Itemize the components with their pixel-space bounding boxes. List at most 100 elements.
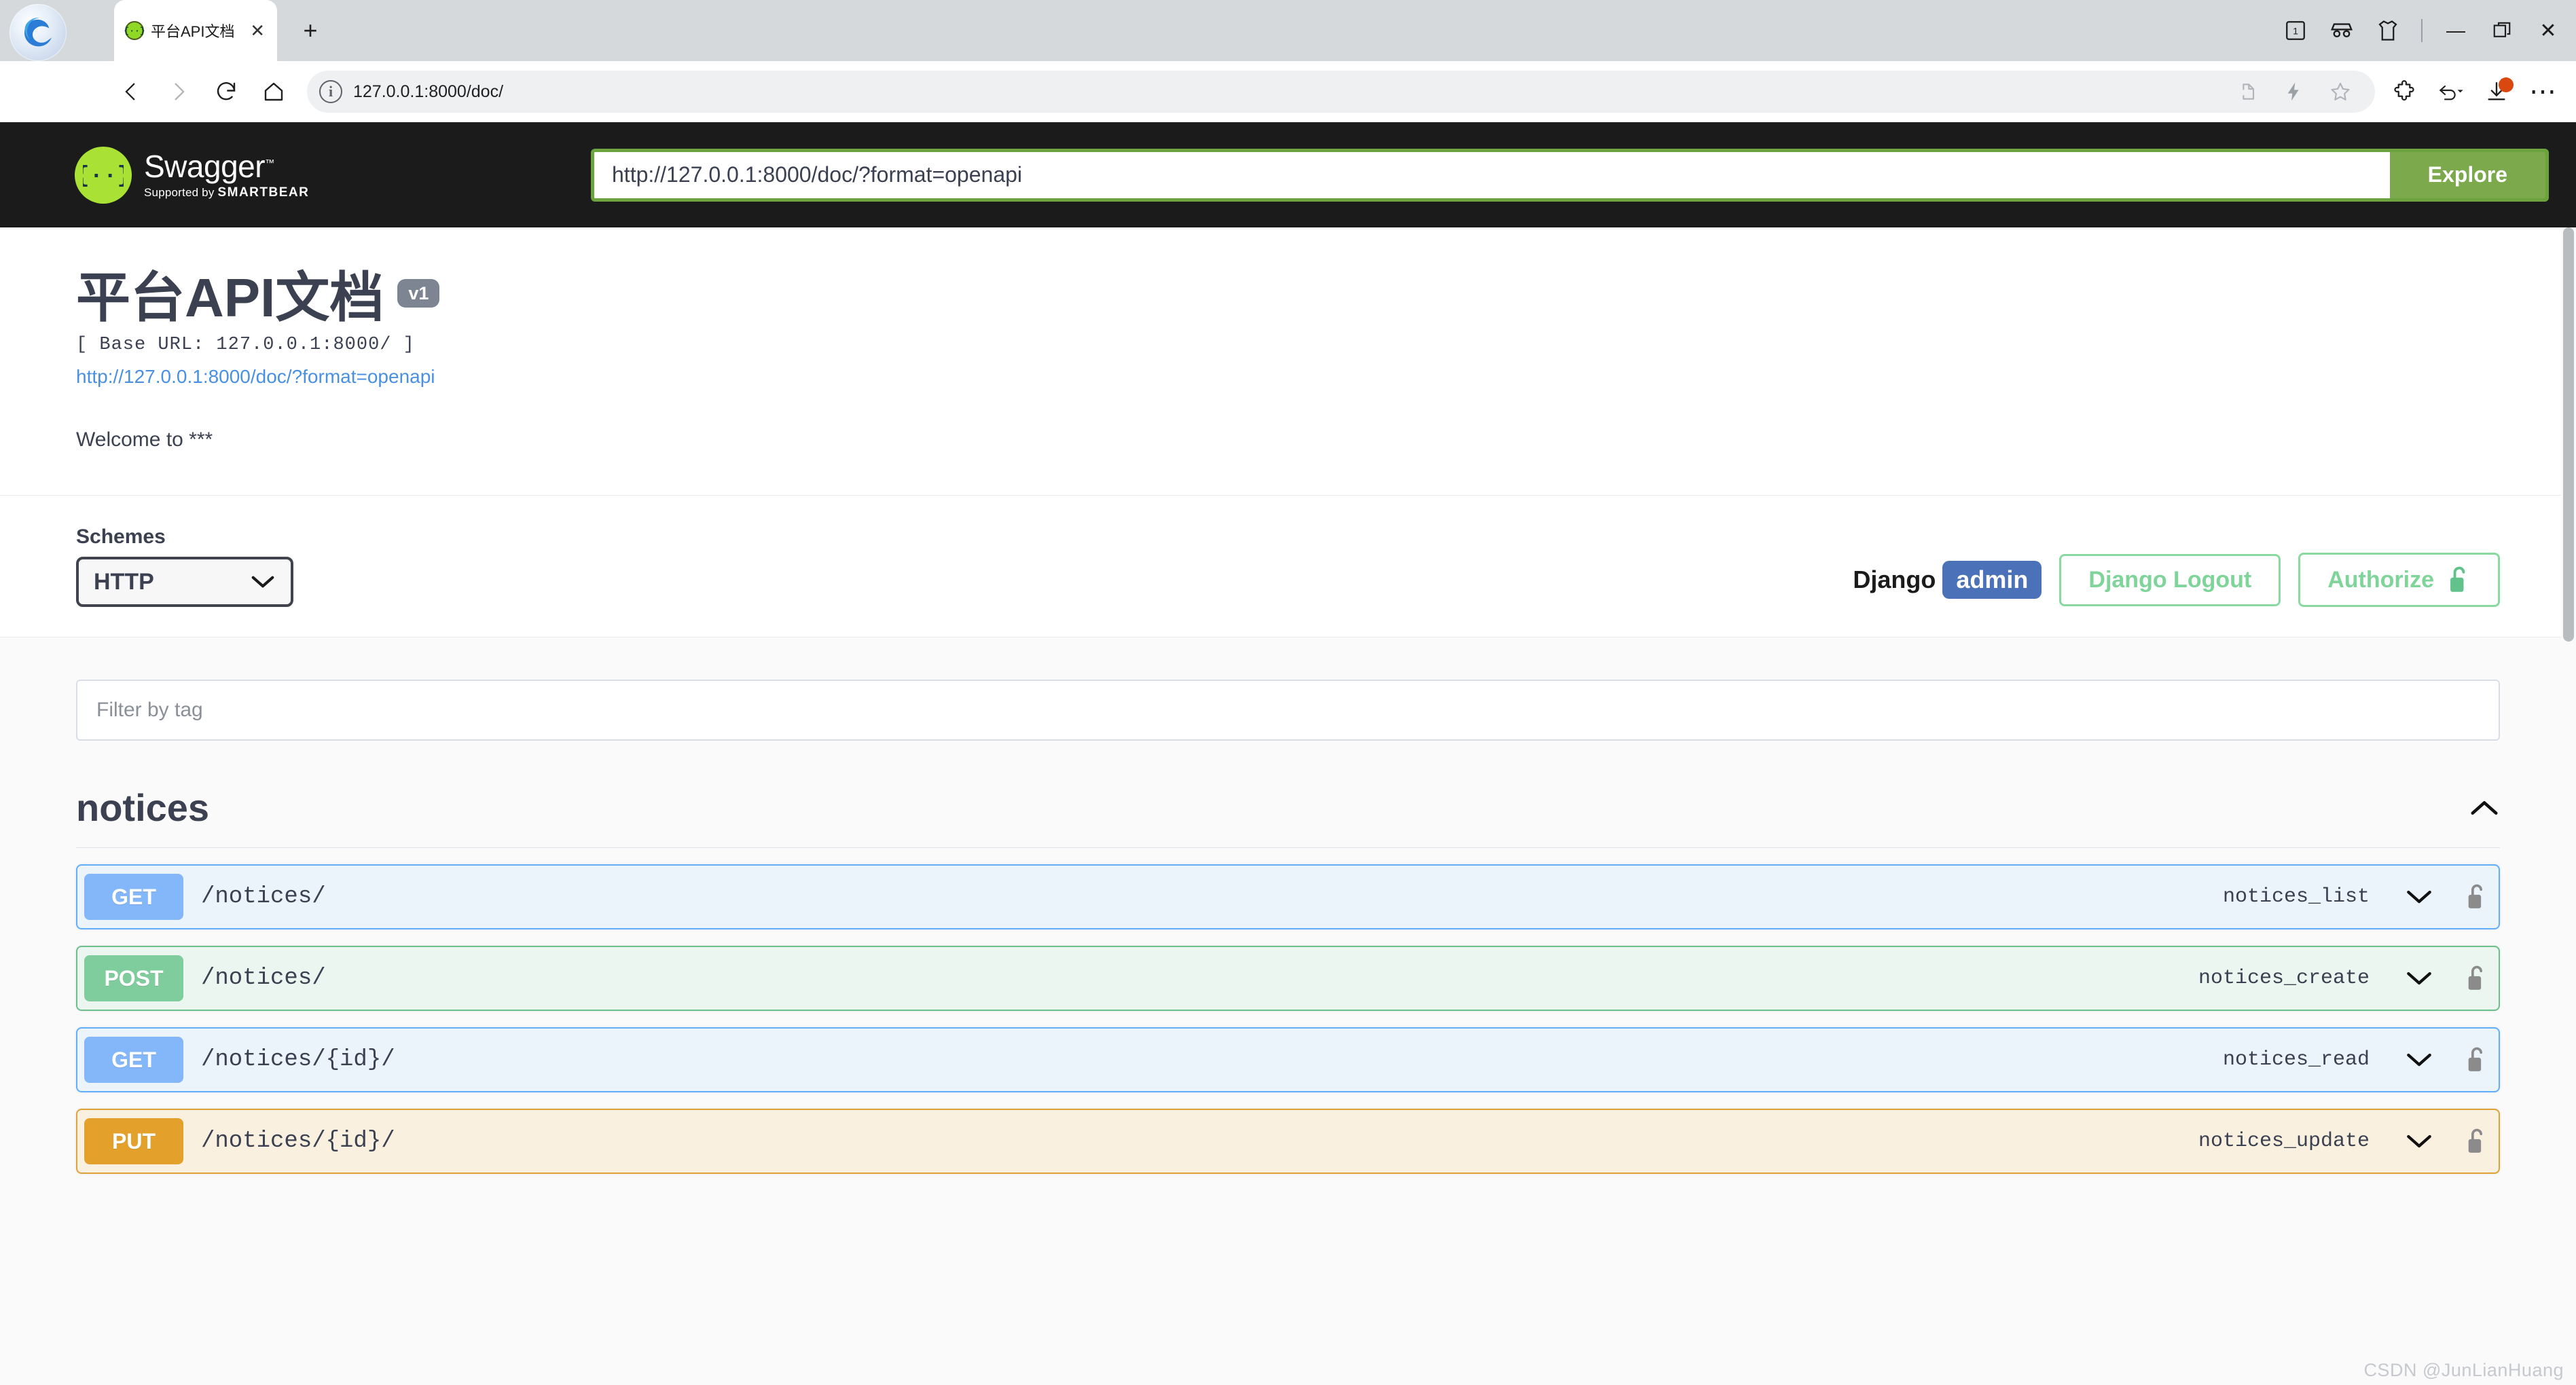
ellipsis-icon[interactable]: ⋯ xyxy=(2520,69,2565,114)
operations-area: notices GET /notices/ notices_list POST … xyxy=(0,638,2576,1174)
base-url-label: [ Base URL: 127.0.0.1:8000/ ] xyxy=(76,335,415,355)
browser-tab[interactable]: {∙∙} 平台API文档 ✕ xyxy=(114,0,277,61)
django-label: Django xyxy=(1853,566,1936,593)
auth-controls: Django admin Django Logout Authorize xyxy=(1853,553,2500,607)
operation-path: /notices/{id}/ xyxy=(201,1128,395,1154)
http-verb-badge: GET xyxy=(84,1037,183,1083)
tag-name: notices xyxy=(76,786,210,829)
home-button[interactable] xyxy=(251,69,296,114)
unlocked-padlock-icon[interactable] xyxy=(2466,1128,2488,1155)
page-title: 平台API文档 v1 xyxy=(76,270,2423,327)
site-info-icon[interactable]: i xyxy=(319,80,342,103)
incognito-glasses-icon[interactable] xyxy=(2321,10,2363,52)
swagger-logo-text: Swagger xyxy=(144,149,266,184)
unlocked-padlock-icon[interactable] xyxy=(2466,965,2488,992)
chevron-down-icon[interactable] xyxy=(2405,888,2433,906)
schemes-container: Schemes HTTP xyxy=(76,525,293,607)
watermark: CSDN @JunLianHuang xyxy=(2363,1360,2564,1380)
download-arrow-icon[interactable] xyxy=(2474,69,2519,114)
address-bar[interactable]: i 127.0.0.1:8000/doc/ xyxy=(307,71,2375,113)
unlocked-padlock-icon[interactable] xyxy=(2466,1046,2488,1073)
chevron-down-icon[interactable] xyxy=(2405,1132,2433,1150)
openapi-spec-link[interactable]: http://127.0.0.1:8000/doc/?format=openap… xyxy=(76,366,2423,388)
lightning-icon[interactable] xyxy=(2272,69,2317,114)
chevron-down-icon[interactable] xyxy=(2405,970,2433,987)
http-verb-badge: GET xyxy=(84,874,183,920)
explore-form: Explore xyxy=(591,148,2549,202)
browser-toolbar: i 127.0.0.1:8000/doc/ ⋯ xyxy=(0,61,2576,122)
download-notification-dot xyxy=(2499,77,2514,92)
schemes-selected-value: HTTP xyxy=(94,568,154,595)
django-user-display: Django admin xyxy=(1853,561,2042,599)
star-icon[interactable] xyxy=(2318,69,2363,114)
tag-section-notices: notices GET /notices/ notices_list POST … xyxy=(76,786,2500,1174)
svg-text:1: 1 xyxy=(2293,26,2298,37)
schemes-and-auth-row: Schemes HTTP Django admin Django Logout … xyxy=(0,495,2576,638)
share-icon[interactable] xyxy=(2226,69,2270,114)
django-logout-label: Django Logout xyxy=(2088,566,2252,593)
operation-row[interactable]: POST /notices/ notices_create xyxy=(76,946,2500,1011)
unlocked-padlock-icon[interactable] xyxy=(2466,883,2488,910)
authorize-button[interactable]: Authorize xyxy=(2298,553,2500,607)
http-verb-badge: PUT xyxy=(84,1118,183,1164)
api-description: Welcome to *** xyxy=(76,428,213,451)
operation-id: notices_read xyxy=(2222,1048,2370,1071)
filter-by-tag-input[interactable] xyxy=(76,680,2500,741)
undo-arrow-icon[interactable] xyxy=(2428,69,2473,114)
close-tab-icon[interactable]: ✕ xyxy=(247,22,268,39)
spec-url-input[interactable] xyxy=(594,151,2390,198)
operation-id: notices_list xyxy=(2222,885,2370,908)
django-logout-button[interactable]: Django Logout xyxy=(2059,553,2281,606)
scrollbar-thumb[interactable] xyxy=(2563,227,2574,642)
operation-path: /notices/ xyxy=(201,884,326,910)
chevron-down-icon xyxy=(251,576,274,588)
tab-title: 平台API文档 xyxy=(151,23,235,40)
unlocked-padlock-icon xyxy=(2450,566,2465,592)
operation-id: notices_create xyxy=(2198,967,2370,990)
chevron-down-icon[interactable] xyxy=(2405,1051,2433,1069)
browser-tabstrip: {∙∙} 平台API文档 ✕ + 1 — ✕ xyxy=(0,0,2576,61)
edge-browser-logo-icon xyxy=(10,4,67,61)
smartbear-brand: SMARTBEAR xyxy=(217,185,310,200)
schemes-label: Schemes xyxy=(76,525,166,548)
operation-row[interactable]: GET /notices/ notices_list xyxy=(76,864,2500,929)
swagger-logo[interactable]: {∙∙} Swagger™ Supported by SMARTBEAR xyxy=(75,146,591,204)
schemes-select[interactable]: HTTP xyxy=(76,557,293,607)
puzzle-icon[interactable] xyxy=(2382,69,2427,114)
toolbar-actions: ⋯ xyxy=(2382,69,2565,114)
svg-text:{∙∙}: {∙∙} xyxy=(83,164,124,189)
close-window-button[interactable]: ✕ xyxy=(2527,10,2569,52)
api-info-block: 平台API文档 v1 [ Base URL: 127.0.0.1:8000/ ]… xyxy=(0,227,2576,495)
operation-id: notices_update xyxy=(2198,1130,2370,1153)
trademark-symbol: ™ xyxy=(265,157,274,168)
maximize-window-button[interactable] xyxy=(2481,10,2523,52)
reload-button[interactable] xyxy=(204,69,249,114)
minimize-window-button[interactable]: — xyxy=(2435,10,2477,52)
swagger-topbar: {∙∙} Swagger™ Supported by SMARTBEAR Exp… xyxy=(0,122,2576,227)
operation-path: /notices/{id}/ xyxy=(201,1047,395,1073)
back-button[interactable] xyxy=(109,69,153,114)
api-title-text: 平台API文档 xyxy=(76,267,384,328)
browser-chrome: {∙∙} 平台API文档 ✕ + 1 — ✕ i 127.0.0.1:8000/… xyxy=(0,0,2576,122)
swagger-braces-icon: {∙∙} xyxy=(124,21,145,40)
toolbar-divider xyxy=(2421,19,2423,42)
operation-path: /notices/ xyxy=(201,965,326,991)
new-tab-button[interactable]: + xyxy=(292,12,329,49)
supported-by-label: Supported by xyxy=(144,186,218,199)
page-scrollbar[interactable] xyxy=(2561,227,2576,1385)
address-bar-url: 127.0.0.1:8000/doc/ xyxy=(353,81,504,101)
http-verb-badge: POST xyxy=(84,955,183,1001)
window-controls-group: 1 — ✕ xyxy=(2274,10,2569,52)
tag-header[interactable]: notices xyxy=(76,786,2500,848)
operation-row[interactable]: GET /notices/{id}/ notices_read xyxy=(76,1027,2500,1092)
shirt-icon[interactable] xyxy=(2367,10,2409,52)
operation-row[interactable]: PUT /notices/{id}/ notices_update xyxy=(76,1109,2500,1174)
address-bar-actions xyxy=(2226,69,2363,114)
tab-count-icon[interactable]: 1 xyxy=(2274,10,2317,52)
swagger-ui-body: 平台API文档 v1 [ Base URL: 127.0.0.1:8000/ ]… xyxy=(0,227,2576,1385)
forward-button[interactable] xyxy=(156,69,201,114)
explore-button[interactable]: Explore xyxy=(2389,151,2545,198)
swagger-braces-logo-icon: {∙∙} xyxy=(75,146,132,204)
chevron-up-icon[interactable] xyxy=(2469,798,2500,817)
authorize-label: Authorize xyxy=(2327,566,2434,593)
